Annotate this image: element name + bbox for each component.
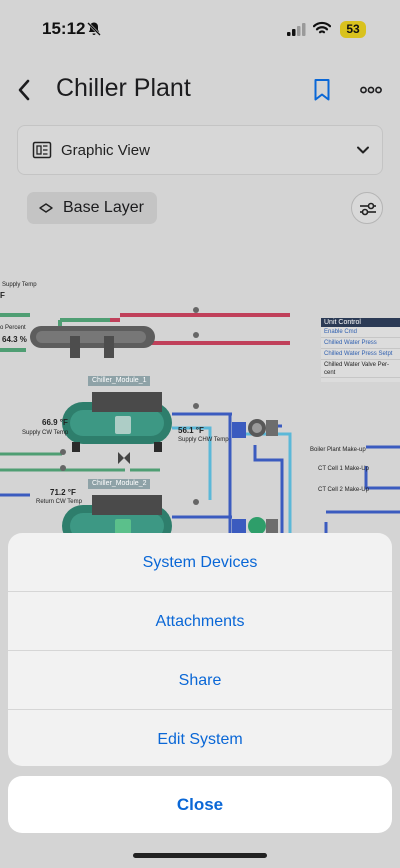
action-sheet: System Devices Attachments Share Edit Sy… bbox=[8, 533, 392, 766]
supply-temp-unit: F bbox=[0, 291, 5, 300]
wifi-icon bbox=[313, 21, 331, 34]
share-button[interactable]: Share bbox=[8, 651, 392, 710]
supply-temp-label: Supply Temp bbox=[2, 282, 37, 288]
status-time: 15:12 bbox=[42, 19, 86, 38]
return-cw-label: Return CW Temp bbox=[36, 499, 82, 505]
back-chevron-icon[interactable] bbox=[16, 78, 32, 102]
module-1-tag[interactable]: Chiller_Module_1 bbox=[88, 376, 151, 386]
supply-cw-label: Supply CW Temp bbox=[22, 430, 69, 436]
sliders-icon bbox=[360, 202, 376, 216]
ct2-makeup-label: CT Cell 2 Make-Up bbox=[318, 487, 369, 493]
module-2-tag[interactable]: Chiller_Module_2 bbox=[88, 479, 151, 489]
attachments-button[interactable]: Attachments bbox=[8, 592, 392, 651]
page-title: Chiller Plant bbox=[56, 74, 191, 102]
chevron-down-icon bbox=[357, 146, 369, 154]
cellular-signal-icon bbox=[287, 23, 306, 36]
bookmark-icon[interactable] bbox=[312, 78, 332, 102]
view-selector-label: Graphic View bbox=[61, 142, 150, 159]
status-bar: 15:12 53 bbox=[0, 0, 400, 60]
return-cw-value[interactable]: 71.2 °F bbox=[50, 488, 76, 497]
bell-slash-icon bbox=[87, 22, 101, 36]
supply-cw-value[interactable]: 66.9 °F bbox=[42, 418, 68, 427]
plant-schematic[interactable]: Supply Temp F o Percent 64.3 % Chiller_M… bbox=[0, 240, 400, 540]
more-icon[interactable] bbox=[360, 86, 382, 94]
boiler-makeup-label: Boiler Plant Make-up bbox=[310, 447, 366, 453]
edit-system-button[interactable]: Edit System bbox=[8, 710, 392, 766]
unit-control-valve-percent: Chilled Water Valve Per- cent bbox=[321, 360, 400, 378]
unit-control-title: Unit Control bbox=[321, 318, 400, 327]
graphic-view-icon bbox=[32, 141, 52, 159]
base-layer-label: Base Layer bbox=[63, 199, 144, 216]
filter-button[interactable] bbox=[351, 192, 383, 224]
nav-bar: Chiller Plant bbox=[0, 68, 400, 112]
unit-control-enable-cmd[interactable]: Enable Cmd bbox=[321, 327, 400, 338]
system-devices-button[interactable]: System Devices bbox=[8, 533, 392, 592]
close-button[interactable]: Close bbox=[8, 776, 392, 833]
layer-icon bbox=[39, 203, 53, 213]
unit-control-chw-press[interactable]: Chilled Water Press bbox=[321, 338, 400, 349]
base-layer-chip[interactable]: Base Layer bbox=[27, 192, 157, 224]
view-selector[interactable]: Graphic View bbox=[17, 125, 383, 175]
ct1-makeup-label: CT Cell 1 Make-Up bbox=[318, 466, 369, 472]
unit-control-chw-press-setpt[interactable]: Chilled Water Press Setpt bbox=[321, 349, 400, 360]
home-indicator bbox=[133, 853, 267, 858]
supply-chw-label: Supply CHW Temp bbox=[178, 437, 229, 443]
percent-value[interactable]: 64.3 % bbox=[2, 335, 27, 344]
unit-control-panel: Unit Control Enable Cmd Chilled Water Pr… bbox=[321, 318, 400, 382]
percent-label: o Percent bbox=[0, 325, 26, 331]
battery-indicator: 53 bbox=[340, 21, 366, 38]
supply-chw-value[interactable]: 56.1 °F bbox=[178, 426, 204, 435]
